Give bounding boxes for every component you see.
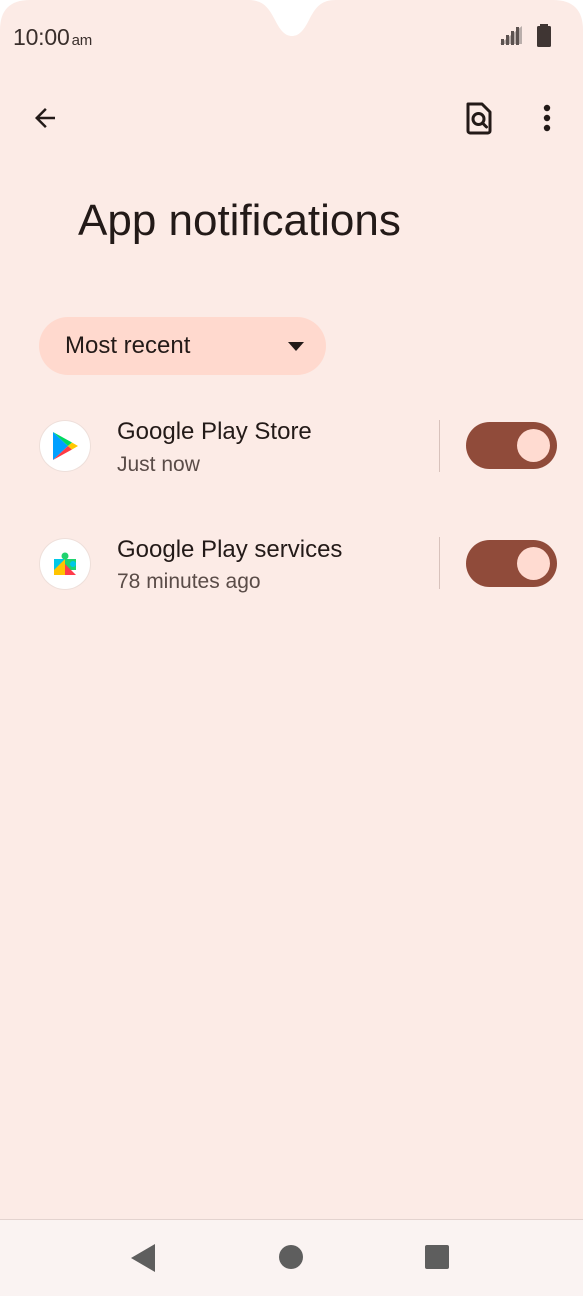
app-last-notification-time: Just now xyxy=(117,453,200,476)
app-name: Google Play services xyxy=(117,536,343,563)
system-navigation-bar xyxy=(0,1219,583,1296)
google-play-services-icon xyxy=(40,539,90,589)
status-time-ampm: am xyxy=(71,32,93,49)
google-play-store-icon xyxy=(40,421,90,471)
status-time-value: 10:00 xyxy=(13,24,70,50)
nav-back-icon[interactable] xyxy=(130,1244,156,1272)
search-settings-icon xyxy=(466,102,492,135)
nav-home-icon[interactable] xyxy=(279,1245,303,1269)
sort-dropdown[interactable]: Most recent xyxy=(39,317,326,375)
app-notifications-screen: 10:00 am App notifications Most recent G… xyxy=(0,0,583,1296)
app-name: Google Play Store xyxy=(117,418,312,445)
dropdown-arrow-icon xyxy=(288,342,304,351)
row-divider xyxy=(439,537,440,589)
app-last-notification-time: 78 minutes ago xyxy=(117,570,261,593)
toggle-knob xyxy=(517,547,550,580)
notification-toggle[interactable] xyxy=(466,540,557,587)
row-divider xyxy=(439,420,440,472)
back-button[interactable] xyxy=(21,94,69,142)
search-settings-button[interactable] xyxy=(455,94,503,142)
arrow-back-icon xyxy=(35,108,55,128)
list-item-google-play-store[interactable]: Google Play Store Just now xyxy=(0,398,583,498)
list-item-google-play-services[interactable]: Google Play services 78 minutes ago xyxy=(0,515,583,615)
toggle-knob xyxy=(517,429,550,462)
nav-recents-icon[interactable] xyxy=(425,1245,449,1269)
battery-icon xyxy=(537,24,551,47)
page-title: App notifications xyxy=(78,196,401,245)
notification-toggle[interactable] xyxy=(466,422,557,469)
more-vert-icon xyxy=(543,104,551,132)
more-options-button[interactable] xyxy=(523,94,571,142)
status-time: 10:00 am xyxy=(13,24,92,51)
signal-icon xyxy=(500,26,522,45)
sort-dropdown-label: Most recent xyxy=(65,332,191,359)
